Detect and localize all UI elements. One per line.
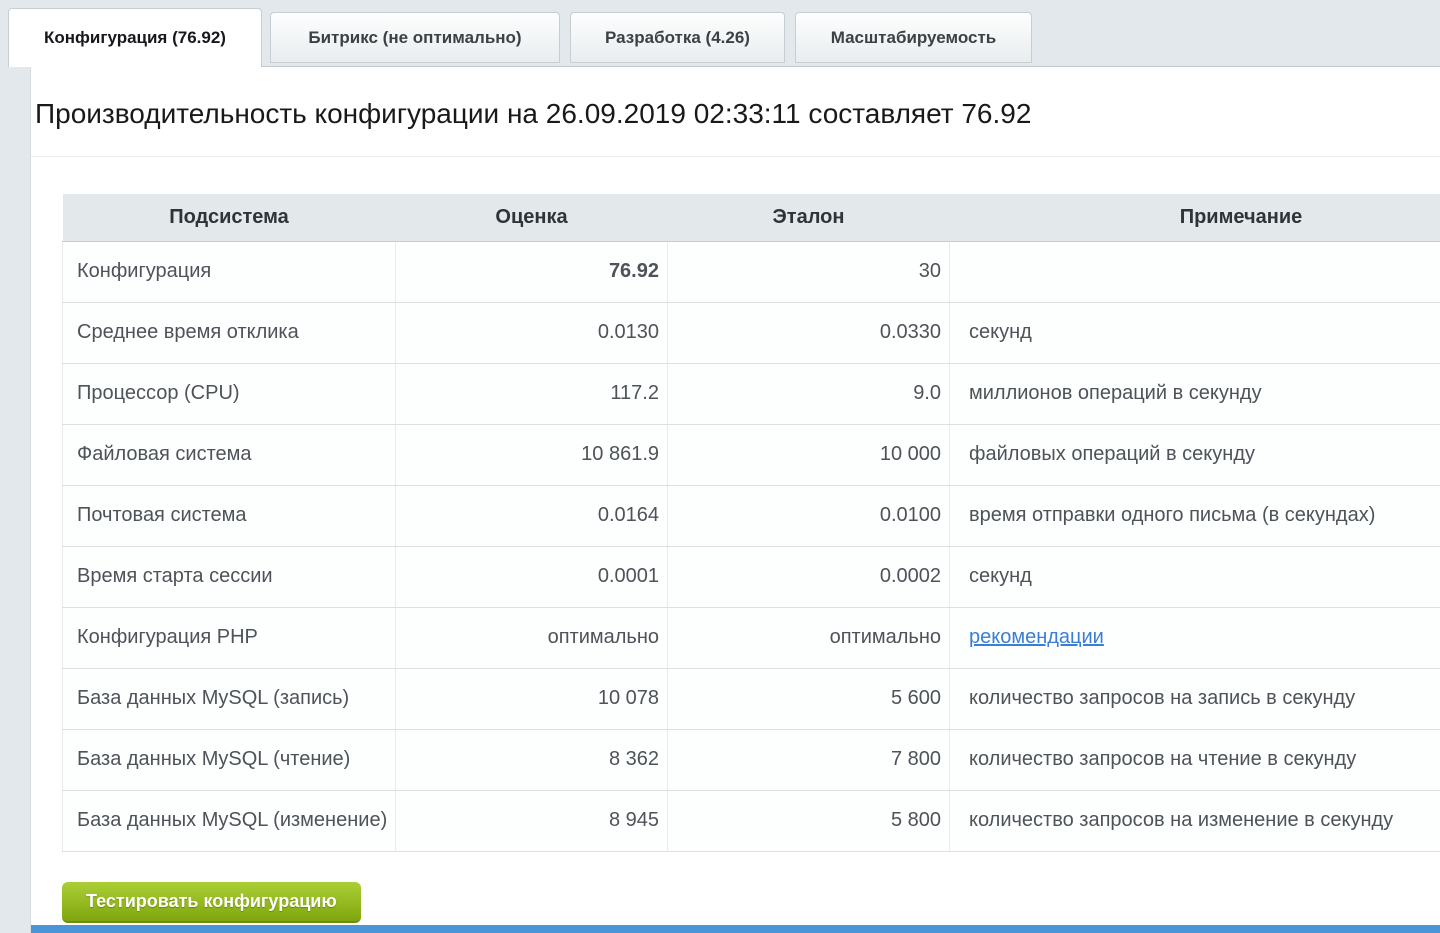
tab-configuration[interactable]: Конфигурация (76.92) bbox=[8, 8, 262, 67]
table-row: База данных MySQL (изменение)8 9455 800к… bbox=[63, 790, 1440, 851]
table-row: Время старта сессии0.00010.0002секунд bbox=[63, 546, 1440, 607]
note-cell: секунд bbox=[950, 546, 1440, 607]
table-header-row: Подсистема Оценка Эталон Примечание bbox=[63, 194, 1440, 241]
subsystem-name-cell: База данных MySQL (изменение) bbox=[63, 790, 396, 851]
performance-table: Подсистема Оценка Эталон Примечание Конф… bbox=[62, 194, 1440, 852]
content-panel: Производительность конфигурации на 26.09… bbox=[30, 66, 1440, 933]
column-header-standard: Эталон bbox=[668, 194, 950, 241]
tab-bitrix[interactable]: Битрикс (не оптимально) bbox=[270, 12, 560, 63]
tab-development-label: Разработка (4.26) bbox=[605, 28, 750, 48]
subsystem-name-cell: Среднее время отклика bbox=[63, 302, 396, 363]
tab-bitrix-label: Битрикс (не оптимально) bbox=[308, 28, 521, 48]
subsystem-name-cell: Время старта сессии bbox=[63, 546, 396, 607]
subsystem-name-cell: База данных MySQL (чтение) bbox=[63, 729, 396, 790]
score-cell: 0.0130 bbox=[396, 302, 668, 363]
note-cell bbox=[950, 241, 1440, 302]
subsystem-name-cell: Файловая система bbox=[63, 424, 396, 485]
table-body: Конфигурация76.9230Среднее время отклика… bbox=[63, 241, 1440, 851]
table-row: База данных MySQL (запись)10 0785 600кол… bbox=[63, 668, 1440, 729]
score-cell: 76.92 bbox=[396, 241, 668, 302]
note-cell: рекомендации bbox=[950, 607, 1440, 668]
score-cell: 0.0164 bbox=[396, 485, 668, 546]
note-cell: секунд bbox=[950, 302, 1440, 363]
score-cell: 10 078 bbox=[396, 668, 668, 729]
score-cell: 0.0001 bbox=[396, 546, 668, 607]
column-header-score: Оценка bbox=[396, 194, 668, 241]
standard-cell: 0.0002 bbox=[668, 546, 950, 607]
standard-cell: 9.0 bbox=[668, 363, 950, 424]
tab-development[interactable]: Разработка (4.26) bbox=[570, 12, 785, 63]
column-header-subsystem: Подсистема bbox=[63, 194, 396, 241]
tab-configuration-label: Конфигурация (76.92) bbox=[44, 28, 226, 48]
subsystem-name-cell: Конфигурация PHP bbox=[63, 607, 396, 668]
tab-bar: Конфигурация (76.92) Битрикс (не оптимал… bbox=[0, 0, 1440, 66]
recommendations-link[interactable]: рекомендации bbox=[969, 626, 1104, 648]
note-cell: миллионов операций в секунду bbox=[950, 363, 1440, 424]
test-configuration-button[interactable]: Тестировать конфигурацию bbox=[62, 882, 361, 923]
standard-cell: оптимально bbox=[668, 607, 950, 668]
score-cell: 8 362 bbox=[396, 729, 668, 790]
bottom-accent-bar bbox=[31, 925, 1440, 933]
note-cell: файловых операций в секунду bbox=[950, 424, 1440, 485]
subsystem-name-cell: База данных MySQL (запись) bbox=[63, 668, 396, 729]
subsystem-name-cell: Почтовая система bbox=[63, 485, 396, 546]
table-area: Подсистема Оценка Эталон Примечание Конф… bbox=[31, 156, 1440, 852]
table-row: Среднее время отклика0.01300.0330секунд bbox=[63, 302, 1440, 363]
table-row: Конфигурация76.9230 bbox=[63, 241, 1440, 302]
score-cell: оптимально bbox=[396, 607, 668, 668]
subsystem-name-cell: Процессор (CPU) bbox=[63, 363, 396, 424]
standard-cell: 0.0330 bbox=[668, 302, 950, 363]
column-header-note: Примечание bbox=[950, 194, 1440, 241]
performance-table-wrap: Подсистема Оценка Эталон Примечание Конф… bbox=[31, 157, 1440, 852]
tab-scalability[interactable]: Масштабируемость bbox=[795, 12, 1032, 63]
standard-cell: 0.0100 bbox=[668, 485, 950, 546]
standard-cell: 7 800 bbox=[668, 729, 950, 790]
note-cell: время отправки одного письма (в секундах… bbox=[950, 485, 1440, 546]
note-cell: количество запросов на изменение в секун… bbox=[950, 790, 1440, 851]
standard-cell: 30 bbox=[668, 241, 950, 302]
table-row: Конфигурация PHPоптимальнооптимальнореко… bbox=[63, 607, 1440, 668]
score-cell: 10 861.9 bbox=[396, 424, 668, 485]
score-cell: 8 945 bbox=[396, 790, 668, 851]
note-cell: количество запросов на чтение в секунду bbox=[950, 729, 1440, 790]
page-title: Производительность конфигурации на 26.09… bbox=[35, 98, 1440, 130]
subsystem-name-cell: Конфигурация bbox=[63, 241, 396, 302]
table-row: База данных MySQL (чтение)8 3627 800коли… bbox=[63, 729, 1440, 790]
standard-cell: 5 800 bbox=[668, 790, 950, 851]
tab-scalability-label: Масштабируемость bbox=[831, 28, 997, 48]
table-row: Почтовая система0.01640.0100время отправ… bbox=[63, 485, 1440, 546]
table-row: Файловая система10 861.910 000файловых о… bbox=[63, 424, 1440, 485]
standard-cell: 5 600 bbox=[668, 668, 950, 729]
standard-cell: 10 000 bbox=[668, 424, 950, 485]
note-cell: количество запросов на запись в секунду bbox=[950, 668, 1440, 729]
score-cell: 117.2 bbox=[396, 363, 668, 424]
table-row: Процессор (CPU)117.29.0миллионов операци… bbox=[63, 363, 1440, 424]
